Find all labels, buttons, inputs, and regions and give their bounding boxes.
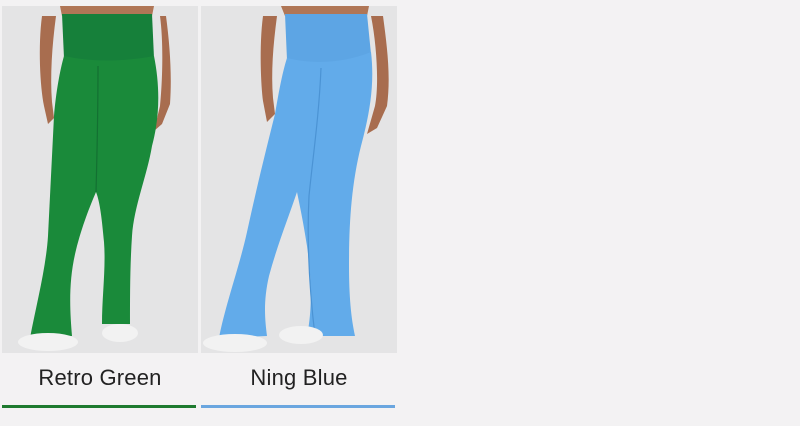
product-card-ning-blue[interactable]: Ning Blue — [201, 0, 397, 410]
color-underline — [2, 405, 196, 408]
color-underline — [201, 405, 395, 408]
green-pants-image — [18, 6, 171, 351]
product-photo-blue-pants[interactable] — [201, 6, 397, 353]
product-name-label: Retro Green — [38, 365, 162, 390]
product-card-retro-green[interactable]: Retro Green — [2, 0, 198, 410]
product-photo-green-pants[interactable] — [2, 6, 198, 353]
blue-pants-image — [203, 6, 389, 352]
product-name-label: Ning Blue — [250, 365, 348, 390]
